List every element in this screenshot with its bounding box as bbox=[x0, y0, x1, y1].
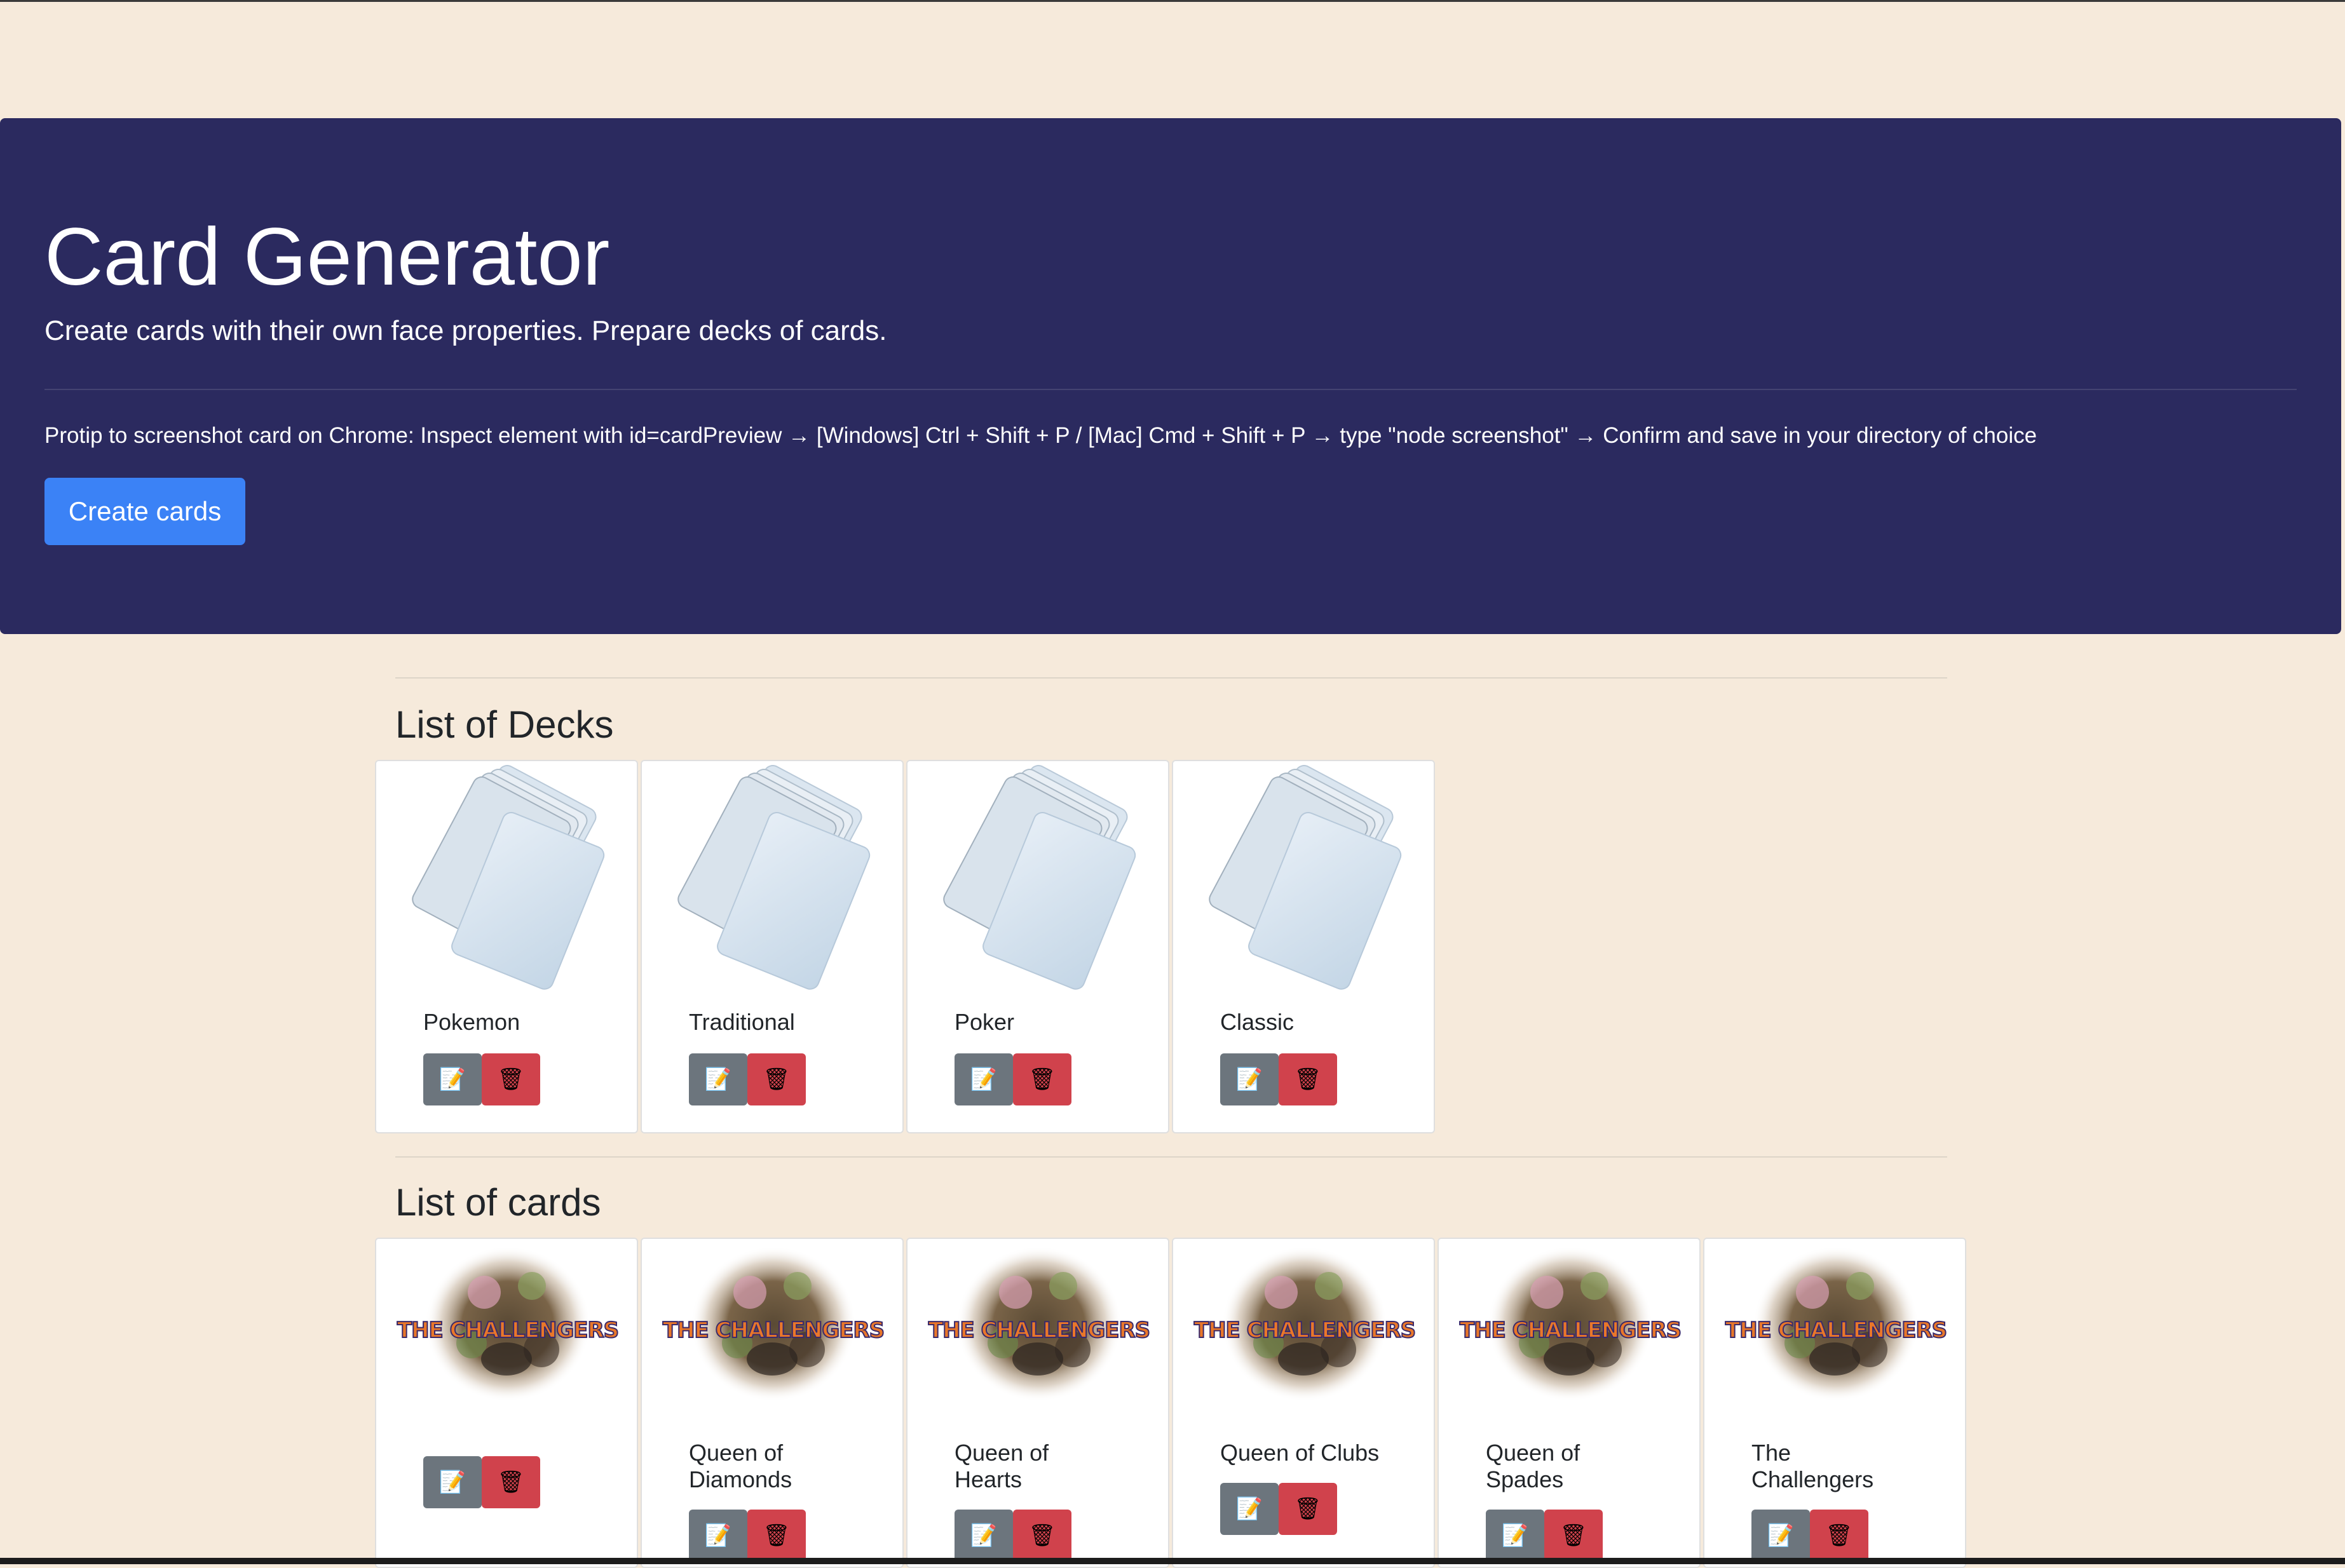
memo-pencil-icon: 📝 bbox=[704, 1067, 732, 1092]
deck-name: Poker bbox=[955, 1009, 1015, 1035]
trash-can-icon: 🗑 bbox=[1825, 1524, 1853, 1548]
delete-card-button[interactable]: 🗑 bbox=[1544, 1510, 1603, 1562]
deck-card[interactable]: Traditional 📝 🗑 bbox=[641, 760, 904, 1133]
hero-banner: Card Generator Create cards with their o… bbox=[0, 118, 2341, 634]
delete-card-button[interactable]: 🗑 bbox=[1810, 1510, 1868, 1562]
trash-can-icon: 🗑 bbox=[763, 1067, 791, 1092]
memo-pencil-icon: 📝 bbox=[970, 1067, 998, 1092]
delete-card-button[interactable]: 🗑 bbox=[747, 1510, 806, 1562]
decks-heading: List of Decks bbox=[395, 703, 614, 746]
card-image: THE CHALLENGERS bbox=[1723, 1248, 1948, 1413]
edit-card-button[interactable]: 📝 bbox=[423, 1456, 482, 1508]
card-actions: 📝 🗑 bbox=[955, 1510, 1071, 1562]
card-image-logo-text: THE CHALLENGERS bbox=[1193, 1317, 1417, 1344]
edit-card-button[interactable]: 📝 bbox=[955, 1510, 1013, 1562]
memo-pencil-icon: 📝 bbox=[1235, 1497, 1263, 1521]
card-name: The Challengers bbox=[1751, 1440, 1874, 1492]
trash-can-icon: 🗑 bbox=[1294, 1067, 1322, 1092]
trash-can-icon: 🗑 bbox=[1294, 1497, 1322, 1521]
delete-deck-button[interactable]: 🗑 bbox=[747, 1053, 806, 1105]
protip-text: Protip to screenshot card on Chrome: Ins… bbox=[44, 423, 2037, 448]
card-item[interactable]: THE CHALLENGERS Queen of Clubs 📝 🗑 bbox=[1172, 1238, 1435, 1568]
card-image-logo-text: THE CHALLENGERS bbox=[662, 1317, 885, 1344]
card-image: THE CHALLENGERS bbox=[1192, 1248, 1417, 1413]
memo-pencil-icon: 📝 bbox=[970, 1524, 998, 1548]
card-name: Queen of Clubs bbox=[1220, 1440, 1380, 1466]
card-actions: 📝 🗑 bbox=[689, 1510, 806, 1562]
cards-heading: List of cards bbox=[395, 1181, 601, 1224]
deck-card[interactable]: Pokemon 📝 🗑 bbox=[375, 760, 638, 1133]
edit-card-button[interactable]: 📝 bbox=[1220, 1483, 1279, 1535]
delete-deck-button[interactable]: 🗑 bbox=[1279, 1053, 1337, 1105]
card-image: THE CHALLENGERS bbox=[1458, 1248, 1683, 1413]
deck-name: Pokemon bbox=[423, 1009, 520, 1035]
card-name: Queen of Hearts bbox=[955, 1440, 1049, 1492]
trash-can-icon: 🗑 bbox=[763, 1524, 791, 1548]
cards-divider bbox=[395, 1156, 1947, 1158]
deck-list: Pokemon 📝 🗑 Traditional 📝 🗑 Poker 📝 🗑 Cl… bbox=[375, 760, 1438, 1133]
edit-deck-button[interactable]: 📝 bbox=[955, 1053, 1013, 1105]
card-name: Queen of Spades bbox=[1486, 1440, 1580, 1492]
delete-card-button[interactable]: 🗑 bbox=[1279, 1483, 1337, 1535]
edit-deck-button[interactable]: 📝 bbox=[689, 1053, 747, 1105]
card-image: THE CHALLENGERS bbox=[661, 1248, 886, 1413]
memo-pencil-icon: 📝 bbox=[438, 1067, 466, 1092]
edit-deck-button[interactable]: 📝 bbox=[423, 1053, 482, 1105]
card-actions: 📝 🗑 bbox=[423, 1456, 540, 1508]
trash-can-icon: 🗑 bbox=[497, 1470, 525, 1494]
card-image-logo-text: THE CHALLENGERS bbox=[397, 1317, 620, 1344]
deck-actions: 📝 🗑 bbox=[689, 1053, 806, 1105]
delete-deck-button[interactable]: 🗑 bbox=[1013, 1053, 1071, 1105]
memo-pencil-icon: 📝 bbox=[1235, 1067, 1263, 1092]
deck-card[interactable]: Poker 📝 🗑 bbox=[906, 760, 1169, 1133]
memo-pencil-icon: 📝 bbox=[438, 1470, 466, 1494]
deck-card[interactable]: Classic 📝 🗑 bbox=[1172, 760, 1435, 1133]
card-list: THE CHALLENGERS 📝 🗑 THE CHALLENGERS Quee… bbox=[375, 1238, 1969, 1568]
deck-actions: 📝 🗑 bbox=[423, 1053, 540, 1105]
card-item[interactable]: THE CHALLENGERS Queen of Hearts 📝 🗑 bbox=[906, 1238, 1169, 1568]
memo-pencil-icon: 📝 bbox=[1767, 1524, 1795, 1548]
card-actions: 📝 🗑 bbox=[1220, 1483, 1337, 1535]
delete-deck-button[interactable]: 🗑 bbox=[482, 1053, 540, 1105]
deck-name: Traditional bbox=[689, 1009, 795, 1035]
delete-card-button[interactable]: 🗑 bbox=[482, 1456, 540, 1508]
decks-divider bbox=[395, 677, 1947, 679]
trash-can-icon: 🗑 bbox=[497, 1067, 525, 1092]
card-actions: 📝 🗑 bbox=[1486, 1510, 1603, 1562]
hero-divider bbox=[44, 389, 2297, 390]
card-item[interactable]: THE CHALLENGERS 📝 🗑 bbox=[375, 1238, 638, 1568]
card-image: THE CHALLENGERS bbox=[395, 1248, 620, 1413]
memo-pencil-icon: 📝 bbox=[704, 1524, 732, 1548]
window-bottom-border bbox=[0, 1558, 2345, 1564]
trash-can-icon: 🗑 bbox=[1028, 1067, 1056, 1092]
card-image-logo-text: THE CHALLENGERS bbox=[928, 1317, 1151, 1344]
card-image: THE CHALLENGERS bbox=[927, 1248, 1152, 1413]
page-subtitle: Create cards with their own face propert… bbox=[44, 315, 887, 346]
card-item[interactable]: THE CHALLENGERS The Challengers 📝 🗑 bbox=[1703, 1238, 1966, 1568]
card-name: Queen of Diamonds bbox=[689, 1440, 792, 1492]
trash-can-icon: 🗑 bbox=[1560, 1524, 1587, 1548]
deck-image bbox=[1201, 761, 1411, 990]
edit-card-button[interactable]: 📝 bbox=[1486, 1510, 1544, 1562]
card-image-logo-text: THE CHALLENGERS bbox=[1725, 1317, 1948, 1344]
page-title: Card Generator bbox=[44, 212, 610, 302]
edit-deck-button[interactable]: 📝 bbox=[1220, 1053, 1279, 1105]
create-cards-button[interactable]: Create cards bbox=[44, 478, 245, 545]
window-top-border bbox=[0, 0, 2345, 2]
deck-actions: 📝 🗑 bbox=[1220, 1053, 1337, 1105]
deck-actions: 📝 🗑 bbox=[955, 1053, 1071, 1105]
card-item[interactable]: THE CHALLENGERS Queen of Diamonds 📝 🗑 bbox=[641, 1238, 904, 1568]
edit-card-button[interactable]: 📝 bbox=[689, 1510, 747, 1562]
memo-pencil-icon: 📝 bbox=[1501, 1524, 1529, 1548]
deck-image bbox=[670, 761, 880, 990]
deck-image bbox=[404, 761, 614, 990]
card-item[interactable]: THE CHALLENGERS Queen of Spades 📝 🗑 bbox=[1438, 1238, 1701, 1568]
card-image-logo-text: THE CHALLENGERS bbox=[1459, 1317, 1682, 1344]
delete-card-button[interactable]: 🗑 bbox=[1013, 1510, 1071, 1562]
deck-name: Classic bbox=[1220, 1009, 1295, 1035]
trash-can-icon: 🗑 bbox=[1028, 1524, 1056, 1548]
deck-image bbox=[935, 761, 1145, 990]
edit-card-button[interactable]: 📝 bbox=[1751, 1510, 1810, 1562]
card-actions: 📝 🗑 bbox=[1751, 1510, 1868, 1562]
